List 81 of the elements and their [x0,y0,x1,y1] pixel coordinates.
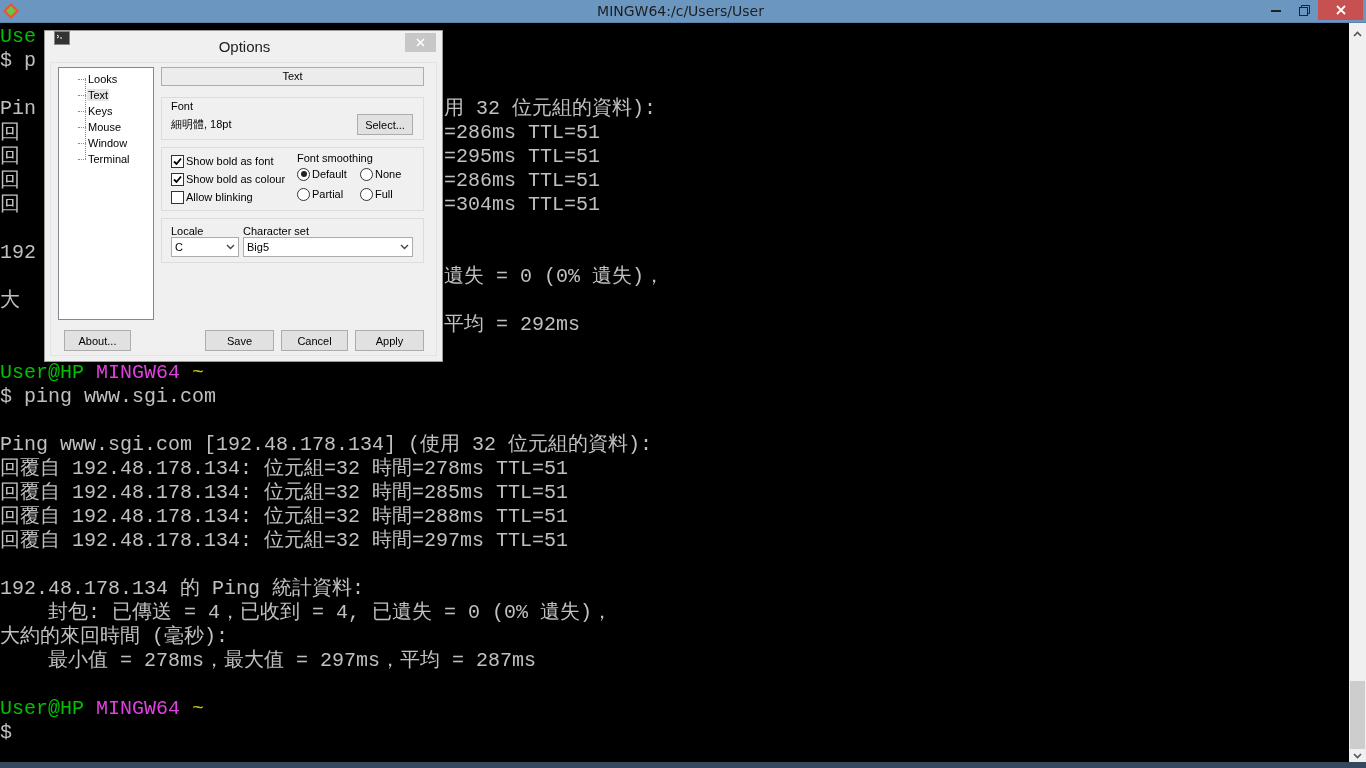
terminal-line: 回 [0,193,20,217]
tree-item[interactable]: Text [87,89,110,101]
locale-label: Locale [171,225,205,237]
checkbox-label: Show bold as font [186,155,274,167]
terminal-line: 回覆自 192.48.178.134: 位元組=32 時間=278ms TTL=51 [0,457,569,481]
restore-icon [1298,4,1310,16]
radio-label: Default [312,168,347,180]
save-button[interactable]: Save [205,330,274,351]
scrollbar[interactable] [1349,23,1366,762]
minimize-icon [1271,8,1281,12]
terminal-line: =286ms TTL=51 [444,169,601,193]
checkbox[interactable] [171,172,184,186]
tree-item[interactable]: Keys [87,105,114,117]
font-name: 細明體, 18pt [171,117,232,132]
smoothing-label: Font smoothing [297,152,373,164]
radio-label: None [375,168,402,180]
scroll-up-icon[interactable] [1353,31,1362,37]
radio-button[interactable] [360,187,373,201]
checkbox-label: Allow blinking [186,191,253,203]
terminal-line: 用 32 位元組的資料): [444,97,656,121]
terminal-line: =304ms TTL=51 [444,193,601,217]
group-label: Font [171,100,193,112]
terminal-line: $ ping www.sgi.com [0,385,217,409]
checkbox[interactable] [171,154,184,168]
locale-dropdown[interactable]: C [171,237,239,257]
charset-label: Character set [243,225,311,237]
terminal-line: 大約的來回時間 (毫秒): [0,625,228,649]
checkbox-label: Show bold as colour [186,173,286,185]
tree-item[interactable]: Mouse [87,121,123,133]
terminal-line: 回覆自 192.48.178.134: 位元組=32 時間=285ms TTL=51 [0,481,569,505]
radio-button[interactable] [360,167,373,181]
app-logo-icon [3,3,19,19]
tree-item[interactable]: Terminal [87,153,131,165]
scroll-thumb[interactable] [1350,681,1365,749]
terminal-line: 最小值 = 278ms，最大值 = 297ms，平均 = 287ms [47,649,537,673]
terminal-line: 大 [0,289,20,313]
caret-icon [226,244,235,250]
close-icon [1335,5,1346,15]
close-icon [416,38,425,47]
tree-item[interactable]: Looks [87,73,119,85]
terminal-line: 192 [0,241,36,265]
prompt-path: ~ [192,361,205,385]
select-button[interactable]: Select... [357,114,413,135]
terminal-line: =286ms TTL=51 [444,121,601,145]
prompt-host: MINGW64 [96,361,181,385]
terminal-line: =295ms TTL=51 [444,145,601,169]
cancel-button[interactable]: Cancel [281,330,348,351]
terminal-line: 平均 = 292ms [444,313,580,337]
about-button[interactable]: About... [64,330,131,351]
terminal-line: 回覆自 192.48.178.134: 位元組=32 時間=297ms TTL=51 [0,529,569,553]
terminal-line: 回 [0,121,20,145]
section-title: Text [161,67,424,86]
prompt-user: User@HP [0,697,84,721]
terminal-line: 回 [0,169,20,193]
prompt-user: User@HP [0,361,84,385]
charset-dropdown[interactable]: Big5 [243,237,413,257]
dialog-title: Options [217,38,272,55]
terminal-line: 回覆自 192.48.178.134: 位元組=32 時間=288ms TTL=51 [0,505,569,529]
terminal-line: $ [0,721,12,745]
close-button[interactable] [1318,0,1363,20]
radio-label: Full [375,188,393,200]
apply-button[interactable]: Apply [355,330,424,351]
scroll-down-icon[interactable] [1353,753,1362,759]
terminal-line: 回 [0,145,20,169]
terminal-line: Pin [0,97,36,121]
radio-label: Partial [312,188,344,200]
terminal-icon [54,31,70,45]
radio-button[interactable] [297,187,310,201]
terminal-line: $ p [0,49,36,73]
terminal-line: 封包: 已傳送 = 4，已收到 = 4, 已遺失 = 0 (0% 遺失)， [47,601,613,625]
window-title: MINGW64:/c/Users/User [596,3,765,19]
prompt-host: MINGW64 [96,697,181,721]
checkbox[interactable] [171,190,184,204]
radio-button[interactable] [297,167,310,181]
prompt-path: ~ [192,697,205,721]
caret-icon [400,244,409,250]
terminal-line: Ping www.sgi.com [192.48.178.134] (使用 32 位元組的資料): [0,433,653,457]
terminal-line: 遺失 = 0 (0% 遺失)， [444,265,665,289]
prompt-user: Use [0,25,36,49]
terminal-line: 192.48.178.134 的 Ping 統計資料: [0,577,365,601]
tree-item[interactable]: Window [87,137,129,149]
